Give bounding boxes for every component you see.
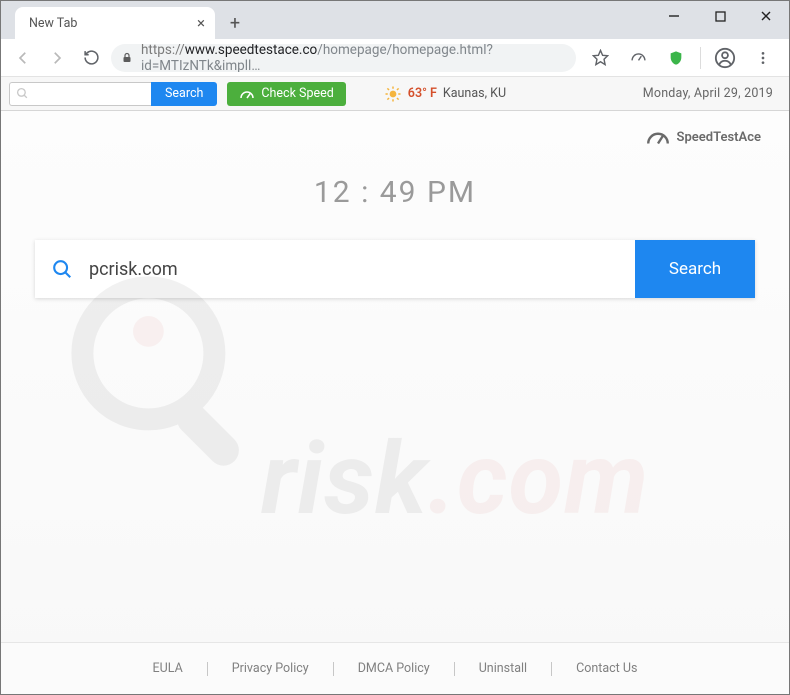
page-footer: EULA Privacy Policy DMCA Policy Uninstal… (1, 642, 789, 694)
toolbar-date: Monday, April 29, 2019 (643, 86, 781, 101)
profile-avatar-icon[interactable] (711, 44, 739, 72)
brand-logo: SpeedTestAce (645, 127, 761, 147)
close-tab-icon[interactable]: × (197, 16, 205, 31)
clock-display: 12 : 49 PM (1, 111, 789, 210)
toolbar-search-group: Search (9, 82, 217, 106)
browser-nav-row: https://www.speedtestace.co/homepage/hom… (1, 39, 789, 77)
extension-shield-icon[interactable] (662, 44, 690, 72)
footer-link-contact[interactable]: Contact Us (552, 661, 661, 676)
extension-toolbar: Search Check Speed 63° F Kaunas, KU Mond… (1, 77, 789, 111)
brand-gauge-icon (645, 127, 671, 147)
forward-button[interactable] (43, 44, 71, 72)
new-tab-button[interactable]: + (221, 9, 249, 37)
close-window-button[interactable] (743, 1, 789, 31)
url-text: https://www.speedtestace.co/homepage/hom… (141, 44, 566, 72)
chrome-menu-icon[interactable] (749, 44, 777, 72)
search-icon (16, 87, 29, 100)
window-controls (651, 1, 789, 31)
tab-title: New Tab (29, 16, 77, 31)
toolbar-right (582, 44, 781, 72)
browser-tab[interactable]: New Tab × (15, 7, 215, 39)
check-speed-label: Check Speed (261, 86, 333, 101)
check-speed-button[interactable]: Check Speed (227, 82, 345, 106)
toolbar-search-input[interactable] (9, 82, 151, 106)
separator (700, 47, 701, 69)
extension-gauge-icon[interactable] (624, 44, 652, 72)
footer-link-eula[interactable]: EULA (129, 661, 207, 676)
toolbar-search-label: Search (165, 86, 203, 101)
address-bar[interactable]: https://www.speedtestace.co/homepage/hom… (111, 44, 576, 72)
main-search-button-label: Search (669, 259, 721, 279)
minimize-button[interactable] (651, 1, 697, 31)
bookmark-star-icon[interactable] (586, 44, 614, 72)
main-search-input[interactable] (89, 240, 635, 298)
weather-location: Kaunas, KU (443, 86, 506, 101)
back-button[interactable] (9, 44, 37, 72)
weather-temp: 63° F (408, 86, 437, 101)
footer-link-privacy[interactable]: Privacy Policy (208, 661, 333, 676)
maximize-button[interactable] (697, 1, 743, 31)
main-search-button[interactable]: Search (635, 240, 755, 298)
footer-link-dmca[interactable]: DMCA Policy (334, 661, 454, 676)
footer-link-uninstall[interactable]: Uninstall (455, 661, 551, 676)
main-search-box: Search (35, 240, 755, 298)
window-titlebar: New Tab × + (1, 1, 789, 39)
brand-text: SpeedTestAce (677, 130, 761, 145)
reload-button[interactable] (77, 44, 105, 72)
gauge-icon (239, 87, 255, 101)
weather-widget[interactable]: 63° F Kaunas, KU (384, 85, 506, 103)
sun-icon (384, 85, 402, 103)
search-icon (35, 240, 89, 298)
lock-icon (121, 51, 133, 64)
page-content: risk.com SpeedTestAce 12 : 49 PM Search … (1, 111, 789, 694)
toolbar-search-button[interactable]: Search (151, 82, 217, 106)
